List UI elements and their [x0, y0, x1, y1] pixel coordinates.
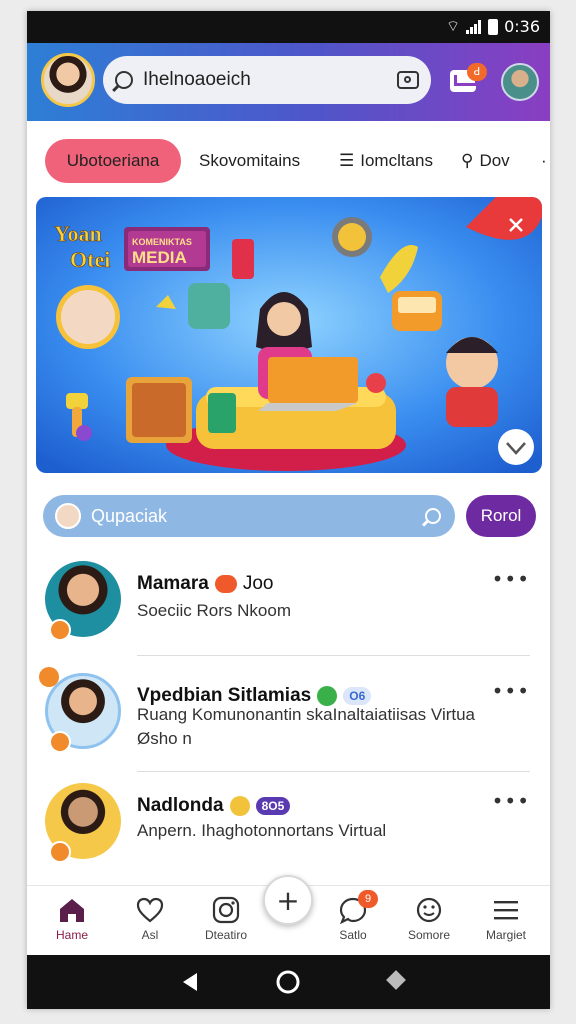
divider — [137, 655, 530, 656]
recents-icon[interactable] — [386, 970, 406, 990]
tab-label: Skovomitains — [199, 151, 301, 170]
signal-icon — [466, 19, 482, 34]
nav-label: Asl — [141, 928, 159, 942]
list-icon: ☰ — [339, 151, 355, 171]
nav-asl[interactable]: Asl — [115, 896, 185, 942]
feed-name: Mamara — [137, 573, 209, 594]
secondary-avatar[interactable] — [501, 63, 539, 101]
phone-screen: ⌔ 0:36 Ihelnoaoeich ꓒ Ubotoeriana Skovom… — [27, 11, 550, 1009]
verified-icon — [214, 575, 237, 593]
nav-dteatiro[interactable]: Dteatiro — [191, 896, 261, 942]
search-input[interactable]: Ihelnoaoeich — [143, 69, 397, 91]
list-item[interactable]: Mamara Joo Soeciic Rors Nkoom ••• — [27, 551, 550, 663]
search-icon: ⚲ — [461, 151, 474, 171]
feed-subtitle: Ruang Komunonantin skaInaltaiatiisas Vir… — [137, 705, 476, 724]
community-search-input[interactable]: Qupaciak — [91, 506, 425, 527]
verified-icon — [317, 686, 338, 706]
chat-icon: 9 — [318, 890, 388, 924]
notification-dot — [39, 667, 59, 687]
feed-name: Nadlonda — [137, 795, 224, 816]
tabs-more[interactable]: · — [541, 139, 547, 183]
nav-label: Somore — [407, 928, 451, 942]
promo-banner[interactable]: Yoan Otei KOMENIKTAS MEDIA — [36, 197, 542, 473]
feed-name: Vpedbian Sitlamias — [137, 685, 312, 706]
tab-label: Dov — [479, 151, 510, 170]
status-time: 0:36 — [504, 17, 540, 36]
profile-avatar[interactable] — [41, 53, 95, 107]
star-icon — [229, 796, 250, 816]
tab-label: Iomcltans — [360, 151, 433, 170]
post-button[interactable]: Rorol — [466, 495, 536, 537]
banner-sign-main: MEDIA — [132, 248, 187, 267]
category-tabs: Ubotoeriana Skovomitains ☰ Iomcltans ⚲ D… — [27, 129, 550, 191]
list-item[interactable]: Nadlonda 8O5 Anpern. Ihaghotonnortans Vi… — [27, 773, 550, 885]
smile-icon — [394, 896, 464, 924]
menu-icon — [471, 896, 541, 924]
community-search[interactable]: Qupaciak — [43, 495, 455, 537]
app-header: Ihelnoaoeich ꓒ — [27, 43, 550, 121]
divider — [137, 771, 530, 772]
nav-label: Margiet — [485, 928, 526, 942]
nav-satlo[interactable]: 9 Satlo — [318, 890, 388, 942]
chat-badge: 9 — [358, 890, 378, 908]
level-badge: 8O5 — [255, 797, 291, 815]
badge-icon — [49, 841, 71, 863]
home-icon — [37, 896, 107, 924]
list-item[interactable]: Vpedbian Sitlamias O6 Ruang Komunonantin… — [27, 663, 550, 775]
feed-subtitle: Anpern. Ihaghotonnortans Virtual — [137, 821, 387, 840]
more-options-button[interactable]: ••• — [492, 789, 530, 813]
nav-home[interactable]: Hame — [37, 896, 107, 942]
search-icon — [425, 508, 441, 524]
camera-icon[interactable] — [397, 71, 419, 89]
tab-label: Ubotoeriana — [66, 151, 160, 170]
level-badge: O6 — [343, 687, 372, 705]
tab-iomcltans[interactable]: ☰ Iomcltans — [339, 139, 433, 183]
search-icon — [115, 71, 133, 89]
banner-title-line2: Otei — [70, 247, 110, 272]
home-button-icon[interactable] — [276, 970, 300, 994]
nav-label: Hame — [55, 928, 88, 942]
battery-icon — [488, 18, 499, 35]
banner-illustration: Yoan Otei KOMENIKTAS MEDIA — [36, 197, 542, 473]
tab-dov[interactable]: ⚲ Dov — [461, 139, 510, 183]
instagram-icon — [191, 896, 261, 924]
nav-label: Satlo — [339, 928, 367, 942]
avatar[interactable] — [45, 561, 121, 641]
nav-somore[interactable]: Somore — [394, 896, 464, 942]
wifi-icon: ⌔ — [445, 17, 461, 35]
nav-label: Dteatiro — [204, 928, 248, 942]
avatar[interactable] — [45, 673, 121, 753]
avatar[interactable] — [45, 783, 121, 863]
badge-icon — [49, 731, 71, 753]
inbox-badge: ꓒ — [467, 63, 487, 81]
system-navigation-bar — [27, 955, 550, 1009]
more-options-button[interactable]: ••• — [492, 567, 530, 591]
feed-extra: Øsho n — [137, 729, 192, 748]
more-options-button[interactable]: ••• — [492, 679, 530, 703]
nav-margiet[interactable]: Margiet — [471, 896, 541, 942]
create-post-button[interactable]: + — [263, 875, 313, 925]
feed-name-suffix: Joo — [242, 573, 274, 594]
feed-subtitle: Soeciic Rors Nkoom — [137, 601, 291, 620]
status-bar: ⌔ 0:36 — [27, 11, 550, 43]
banner-sign-top: KOMENIKTAS — [132, 237, 192, 247]
tab-skovomitains[interactable]: Skovomitains — [199, 139, 300, 183]
banner-title-line1: Yoan — [54, 221, 102, 246]
tab-ubotoeriana[interactable]: Ubotoeriana — [45, 139, 181, 183]
back-icon[interactable] — [183, 973, 197, 991]
mascot-icon — [55, 503, 81, 529]
search-bar[interactable]: Ihelnoaoeich — [103, 56, 431, 104]
badge-icon — [49, 619, 71, 641]
heart-icon — [115, 896, 185, 924]
